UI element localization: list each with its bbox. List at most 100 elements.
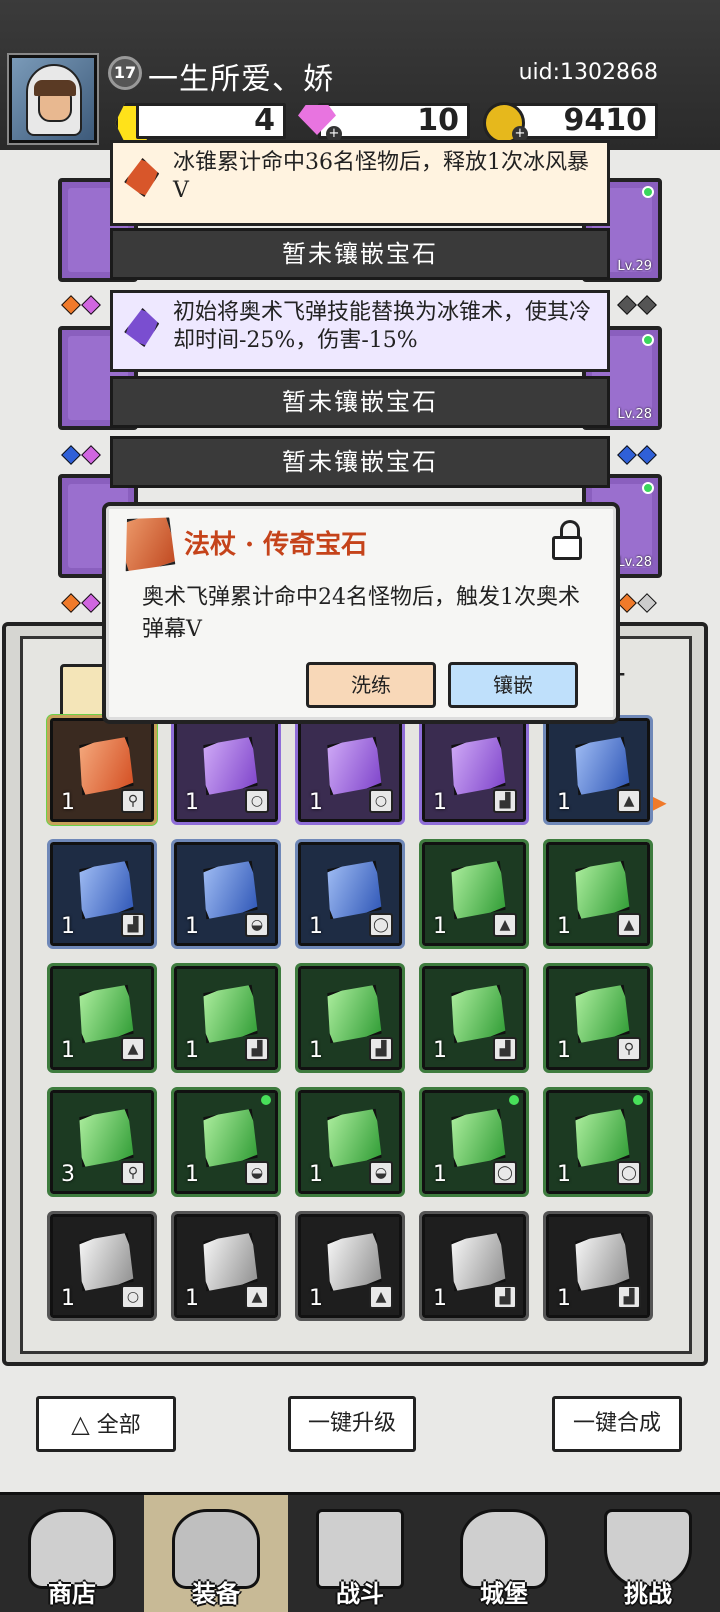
one-click-merge-button[interactable]: 一键合成: [552, 1396, 682, 1452]
avatar[interactable]: [7, 53, 99, 145]
refine-button[interactable]: 洗练: [306, 662, 436, 708]
nav-equipment[interactable]: 装备: [144, 1495, 288, 1612]
nav-label: 城堡: [480, 1580, 528, 1608]
gem-item-green[interactable]: 3 ⚲: [47, 1087, 157, 1197]
nav-challenge[interactable]: 挑战: [576, 1495, 720, 1612]
item-count: 1: [557, 790, 571, 815]
boots-icon: ▟: [245, 1037, 269, 1061]
ring-icon: ○: [369, 789, 393, 813]
item-count: 1: [433, 790, 447, 815]
item-count: 1: [433, 1162, 447, 1187]
item-count: 1: [309, 914, 323, 939]
filter-all-label: 全部: [96, 1413, 141, 1438]
gem-item-purple[interactable]: 1 ○: [295, 715, 405, 825]
gem-slot-1[interactable]: 冰锥累计命中36名怪物后，释放1次冰风暴V: [110, 140, 610, 226]
popup-description: 奥术飞弹累计命中24名怪物后，触发1次奥术弹幕V: [142, 585, 580, 642]
boots-icon: ▟: [369, 1037, 393, 1061]
staff-icon: ⚲: [121, 789, 145, 813]
player-name: 一生所爱、娇: [148, 62, 334, 97]
gem-item-green[interactable]: 1 ▲: [419, 839, 529, 949]
item-count: 1: [309, 1038, 323, 1063]
item-count: 1: [185, 1286, 199, 1311]
gem-slot-2[interactable]: 暂未镶嵌宝石: [110, 228, 610, 280]
gem-item-orange[interactable]: 1 ⚲: [47, 715, 157, 825]
top-bar: 17 一生所爱、娇 uid:1302868 4 10 + 9410 +: [0, 0, 720, 150]
item-count: 1: [185, 1162, 199, 1187]
armor-icon: ▲: [121, 1037, 145, 1061]
gem-item-green[interactable]: 1 ▟: [295, 963, 405, 1073]
gem-item-purple[interactable]: 1 ▟: [419, 715, 529, 825]
gem-item-green[interactable]: 1 ⚲: [543, 963, 653, 1073]
inlay-button[interactable]: 镶嵌: [448, 662, 578, 708]
gem-item-blue[interactable]: 1 ▟: [47, 839, 157, 949]
nav-castle[interactable]: 城堡: [432, 1495, 576, 1612]
necklace-icon: ◯: [617, 1161, 641, 1185]
boots-icon: ▟: [493, 789, 517, 813]
nav-label: 装备: [192, 1580, 240, 1608]
gem-item-green[interactable]: 1 ◒: [295, 1087, 405, 1197]
bottom-nav: 商店 装备 战斗 城堡 挑战: [0, 1492, 720, 1612]
item-count: 3: [61, 1162, 75, 1187]
gem-item-green[interactable]: 1 ◯: [419, 1087, 529, 1197]
gem-item-green[interactable]: 1 ▲: [543, 839, 653, 949]
nav-label: 战斗: [336, 1580, 384, 1608]
item-count: 1: [309, 790, 323, 815]
item-count: 1: [61, 790, 75, 815]
socket-indicators: [61, 295, 101, 315]
gem-slot-5[interactable]: 暂未镶嵌宝石: [110, 436, 610, 488]
item-count: 1: [309, 1286, 323, 1311]
gem-item-gray[interactable]: 1 ▲: [295, 1211, 405, 1321]
armor-icon: ▲: [617, 913, 641, 937]
staff-icon: ⚲: [617, 1037, 641, 1061]
helmet-icon: ◒: [245, 1161, 269, 1185]
helmet-icon: ◒: [369, 1161, 393, 1185]
item-count: 1: [185, 914, 199, 939]
yellow-gem-count: 4: [136, 103, 286, 139]
ring-icon: ○: [121, 1285, 145, 1309]
gem-item-blue[interactable]: 1 ◯: [295, 839, 405, 949]
nav-battle[interactable]: 战斗: [288, 1495, 432, 1612]
item-count: 1: [557, 1286, 571, 1311]
gem-item-green[interactable]: 1 ◒: [171, 1087, 281, 1197]
unlock-icon[interactable]: [550, 520, 586, 560]
item-count: 1: [433, 1038, 447, 1063]
new-item-dot: [261, 1095, 271, 1105]
ring-icon: ○: [245, 789, 269, 813]
gem-item-gray[interactable]: 1 ▟: [543, 1211, 653, 1321]
item-count: 1: [185, 1038, 199, 1063]
necklace-icon: ◯: [493, 1161, 517, 1185]
gem-item-gray[interactable]: 1 ▟: [419, 1211, 529, 1321]
item-count: 1: [309, 1162, 323, 1187]
orange-gem-icon: [122, 155, 163, 199]
item-count: 1: [557, 1162, 571, 1187]
item-count: 1: [557, 914, 571, 939]
armor-icon: ▲: [493, 913, 517, 937]
gem-slot-3[interactable]: 初始将奥术飞弹技能替换为冰锥术，使其冷却时间-25%，伤害-15%: [110, 290, 610, 372]
staff-icon: ⚲: [121, 1161, 145, 1185]
one-click-upgrade-button[interactable]: 一键升级: [288, 1396, 416, 1452]
item-count: 1: [433, 914, 447, 939]
filter-all-button[interactable]: △ 全部: [36, 1396, 176, 1452]
socket-indicators: [617, 593, 657, 613]
nav-shop[interactable]: 商店: [0, 1495, 144, 1612]
boots-icon: ▟: [121, 913, 145, 937]
gem-detail-popup: 法杖 · 传奇宝石 奥术飞弹累计命中24名怪物后，触发1次奥术弹幕V 洗练 镶嵌: [102, 502, 620, 724]
gem-item-blue[interactable]: 1 ◒: [171, 839, 281, 949]
gem-item-blue[interactable]: 1 ▲: [543, 715, 653, 825]
equip-level: Lv.29: [617, 259, 652, 274]
popup-title: 法杖 · 传奇宝石: [184, 530, 368, 560]
boots-icon: ▟: [617, 1285, 641, 1309]
boots-icon: ▟: [493, 1285, 517, 1309]
gem-slot-4[interactable]: 暂未镶嵌宝石: [110, 376, 610, 428]
gem-item-green[interactable]: 1 ◯: [543, 1087, 653, 1197]
item-count: 1: [557, 1038, 571, 1063]
gem-item-green[interactable]: 1 ▲: [47, 963, 157, 1073]
gem-item-green[interactable]: 1 ▟: [419, 963, 529, 1073]
gem-item-gray[interactable]: 1 ○: [47, 1211, 157, 1321]
equip-level: Lv.28: [617, 407, 652, 422]
gem-item-gray[interactable]: 1 ▲: [171, 1211, 281, 1321]
socket-indicators: [61, 445, 101, 465]
new-item-dot: [509, 1095, 519, 1105]
gem-item-green[interactable]: 1 ▟: [171, 963, 281, 1073]
gem-item-purple[interactable]: 1 ○: [171, 715, 281, 825]
